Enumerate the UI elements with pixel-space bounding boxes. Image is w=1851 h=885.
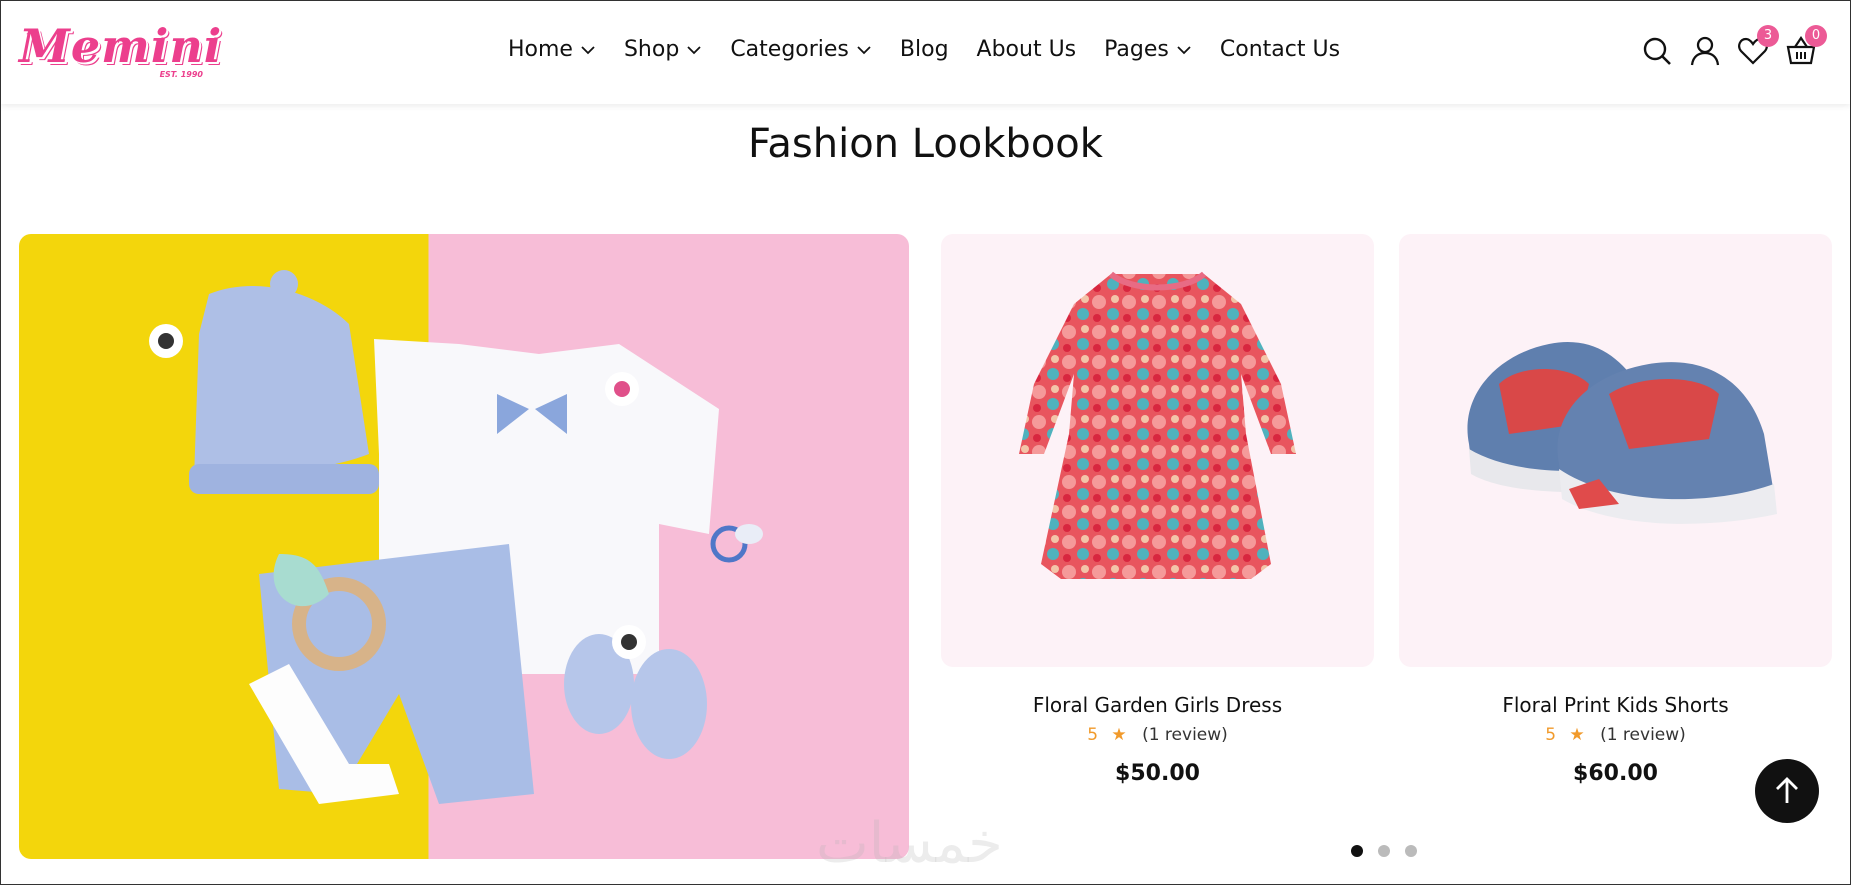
user-icon [1690,36,1720,66]
product-name[interactable]: Floral Garden Girls Dress [941,693,1374,717]
search-icon [1643,37,1671,65]
cart-count-badge: 0 [1805,25,1827,47]
main-nav: Home Shop Categories Blog About Us Pages… [508,37,1368,62]
lookbook-hotspot-hat[interactable] [149,324,183,358]
product-card[interactable]: Floral Garden Girls Dress 5 ★ (1 review)… [941,234,1374,786]
review-count[interactable]: (1 review) [1600,725,1686,745]
product-price: $50.00 [1115,761,1200,786]
lookbook-illustration [189,270,763,804]
section-title: Fashion Lookbook [748,121,1103,167]
nav-label: About Us [976,37,1077,62]
chevron-down-icon [687,45,701,54]
nav-item-about-us[interactable]: About Us [977,37,1077,62]
nav-label: Categories [730,37,849,62]
carousel-dot-1[interactable] [1351,845,1363,857]
product-rating: 5 ★ (1 review) [1399,725,1832,745]
chevron-down-icon [581,45,595,54]
carousel-dot-2[interactable] [1378,845,1390,857]
logo-wordmark: Memini [19,19,223,73]
product-image[interactable] [941,234,1374,667]
chevron-down-icon [1177,45,1191,54]
arrow-up-icon [1776,777,1798,803]
shoes-illustration [1467,342,1777,524]
rating-value: 5 [1087,725,1099,745]
carousel-dot-3[interactable] [1405,845,1417,857]
chevron-down-icon [857,45,871,54]
dress-illustration [1019,271,1296,579]
cart-button[interactable]: 0 [1785,25,1827,67]
header-icons: 3 0 [1641,25,1833,67]
nav-label: Blog [899,37,949,62]
nav-label: Pages [1104,37,1169,62]
nav-item-home[interactable]: Home [508,37,596,62]
star-icon: ★ [1111,725,1127,745]
back-to-top-button[interactable] [1755,759,1819,823]
search-button[interactable] [1641,35,1673,67]
nav-label: Contact Us [1219,37,1341,62]
carousel-pagination [1351,845,1432,857]
product-rating: 5 ★ (1 review) [941,725,1374,745]
rating-value: 5 [1545,725,1557,745]
nav-item-contact-us[interactable]: Contact Us [1220,37,1340,62]
logo-est: EST. 1990 [159,70,203,79]
watermark: خمسات [816,811,1003,876]
lookbook-hotspot-shoes[interactable] [612,625,646,659]
wishlist-count-badge: 3 [1757,25,1779,47]
product-image[interactable] [1399,234,1832,667]
star-icon: ★ [1569,725,1585,745]
nav-item-shop[interactable]: Shop [624,37,702,62]
review-count[interactable]: (1 review) [1142,725,1228,745]
nav-label: Shop [623,37,680,62]
wishlist-button[interactable]: 3 [1737,25,1779,67]
nav-item-categories[interactable]: Categories [730,37,872,62]
lookbook-hotspot-shirt[interactable] [605,372,639,406]
account-button[interactable] [1689,35,1721,67]
lookbook-image [19,234,909,859]
nav-label: Home [508,37,573,62]
nav-item-blog[interactable]: Blog [900,37,949,62]
product-card[interactable]: Floral Print Kids Shorts 5 ★ (1 review) … [1399,234,1832,786]
site-logo[interactable]: Memini EST. 1990 [19,19,221,81]
product-name[interactable]: Floral Print Kids Shorts [1399,693,1832,717]
nav-item-pages[interactable]: Pages [1104,37,1192,62]
site-header: Memini EST. 1990 Home Shop Categories Bl… [1,1,1850,104]
